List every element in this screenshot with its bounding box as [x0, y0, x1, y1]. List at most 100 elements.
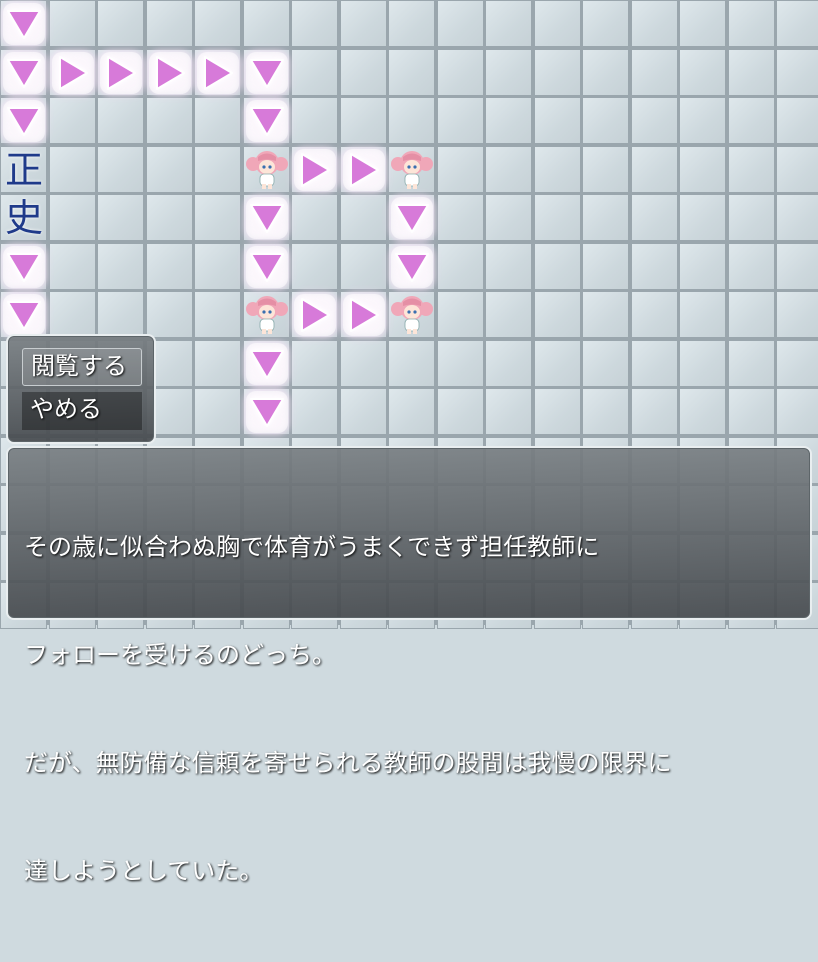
map-cell — [534, 194, 581, 241]
map-cell — [49, 243, 96, 290]
message-window: その歳に似合わぬ胸で体育がうまくできず担任教師に フォローを受けるのどっち。 だ… — [6, 446, 812, 885]
map-cell — [291, 388, 338, 435]
map-cell — [776, 146, 818, 193]
map-cell — [340, 97, 387, 144]
map-cell — [776, 0, 818, 47]
map-cell — [194, 146, 241, 193]
map-cell — [146, 243, 193, 290]
message-line: その歳に似合わぬ胸で体育がうまくできず担任教師に — [24, 534, 600, 561]
stop-button[interactable]: やめる — [22, 392, 142, 430]
arrow-right-icon — [340, 291, 388, 339]
map-cell — [97, 194, 144, 241]
map-cell — [631, 388, 678, 435]
map-cell — [388, 49, 435, 96]
map-cell — [728, 194, 775, 241]
map-cell — [485, 340, 532, 387]
map-cell — [582, 243, 629, 290]
map-cell — [631, 97, 678, 144]
arrow-down-icon — [243, 340, 291, 388]
map-cell — [388, 340, 435, 387]
map-cell — [534, 146, 581, 193]
map-cell — [679, 340, 726, 387]
arrow-right-icon — [194, 49, 242, 97]
map-cell — [728, 146, 775, 193]
message-line: だが、無防備な信頼を寄せられる教師の股間は我慢の限界に — [24, 750, 672, 777]
map-cell — [679, 291, 726, 338]
map-cell — [631, 146, 678, 193]
map-cell — [194, 243, 241, 290]
map-cell — [485, 388, 532, 435]
map-cell — [631, 49, 678, 96]
character-sprite — [388, 291, 436, 339]
map-cell — [485, 243, 532, 290]
map-kanji: 史 — [4, 196, 43, 240]
map-cell — [485, 0, 532, 47]
arrow-down-icon — [0, 291, 48, 339]
map-cell — [49, 146, 96, 193]
choice-window: 閲覧する やめる — [6, 334, 156, 444]
map-cell — [485, 97, 532, 144]
arrow-down-icon — [243, 388, 291, 436]
map-cell — [437, 291, 484, 338]
map-cell — [679, 146, 726, 193]
map-cell — [291, 243, 338, 290]
map-cell — [437, 0, 484, 47]
map-cell — [534, 291, 581, 338]
map-cell — [582, 0, 629, 47]
arrow-down-icon — [243, 194, 291, 242]
map-cell — [340, 243, 387, 290]
map-cell — [97, 146, 144, 193]
map-cell — [582, 194, 629, 241]
view-button[interactable]: 閲覧する — [22, 348, 142, 386]
map-cell — [728, 388, 775, 435]
map-cell — [534, 388, 581, 435]
map-cell — [340, 49, 387, 96]
map-cell — [291, 340, 338, 387]
map-cell — [582, 97, 629, 144]
arrow-down-icon — [243, 49, 291, 97]
map-cell — [194, 0, 241, 47]
map-cell — [728, 291, 775, 338]
map-cell — [631, 0, 678, 47]
map-cell — [582, 388, 629, 435]
map-cell — [194, 291, 241, 338]
map-cell — [388, 388, 435, 435]
map-cell — [728, 49, 775, 96]
map-cell — [776, 388, 818, 435]
map-cell — [534, 97, 581, 144]
map-cell — [291, 49, 338, 96]
message-line: 達しようとしていた。 — [24, 858, 264, 885]
map-cell — [340, 340, 387, 387]
map-cell — [49, 0, 96, 47]
map-cell — [194, 97, 241, 144]
map-cell — [679, 388, 726, 435]
arrow-down-icon — [0, 0, 48, 48]
map-cell — [776, 97, 818, 144]
map-cell — [291, 97, 338, 144]
arrow-right-icon — [97, 49, 145, 97]
arrow-down-icon — [0, 49, 48, 97]
map-cell — [49, 194, 96, 241]
map-cell — [776, 291, 818, 338]
map-cell — [485, 194, 532, 241]
map-cell — [776, 49, 818, 96]
message-text: その歳に似合わぬ胸で体育がうまくできず担任教師に フォローを受けるのどっち。 だ… — [24, 458, 794, 962]
map-cell — [437, 340, 484, 387]
arrow-right-icon — [49, 49, 97, 97]
map-cell — [437, 97, 484, 144]
arrow-right-icon — [146, 49, 194, 97]
map-cell — [291, 194, 338, 241]
map-cell — [97, 243, 144, 290]
map-cell — [388, 97, 435, 144]
map-cell — [679, 97, 726, 144]
map-cell — [97, 97, 144, 144]
arrow-down-icon — [243, 97, 291, 145]
map-cell — [631, 291, 678, 338]
map-cell — [194, 340, 241, 387]
map-cell — [582, 340, 629, 387]
map-cell — [243, 0, 290, 47]
map-cell — [728, 0, 775, 47]
map-cell — [194, 194, 241, 241]
map-cell — [291, 0, 338, 47]
character-sprite — [243, 146, 291, 194]
